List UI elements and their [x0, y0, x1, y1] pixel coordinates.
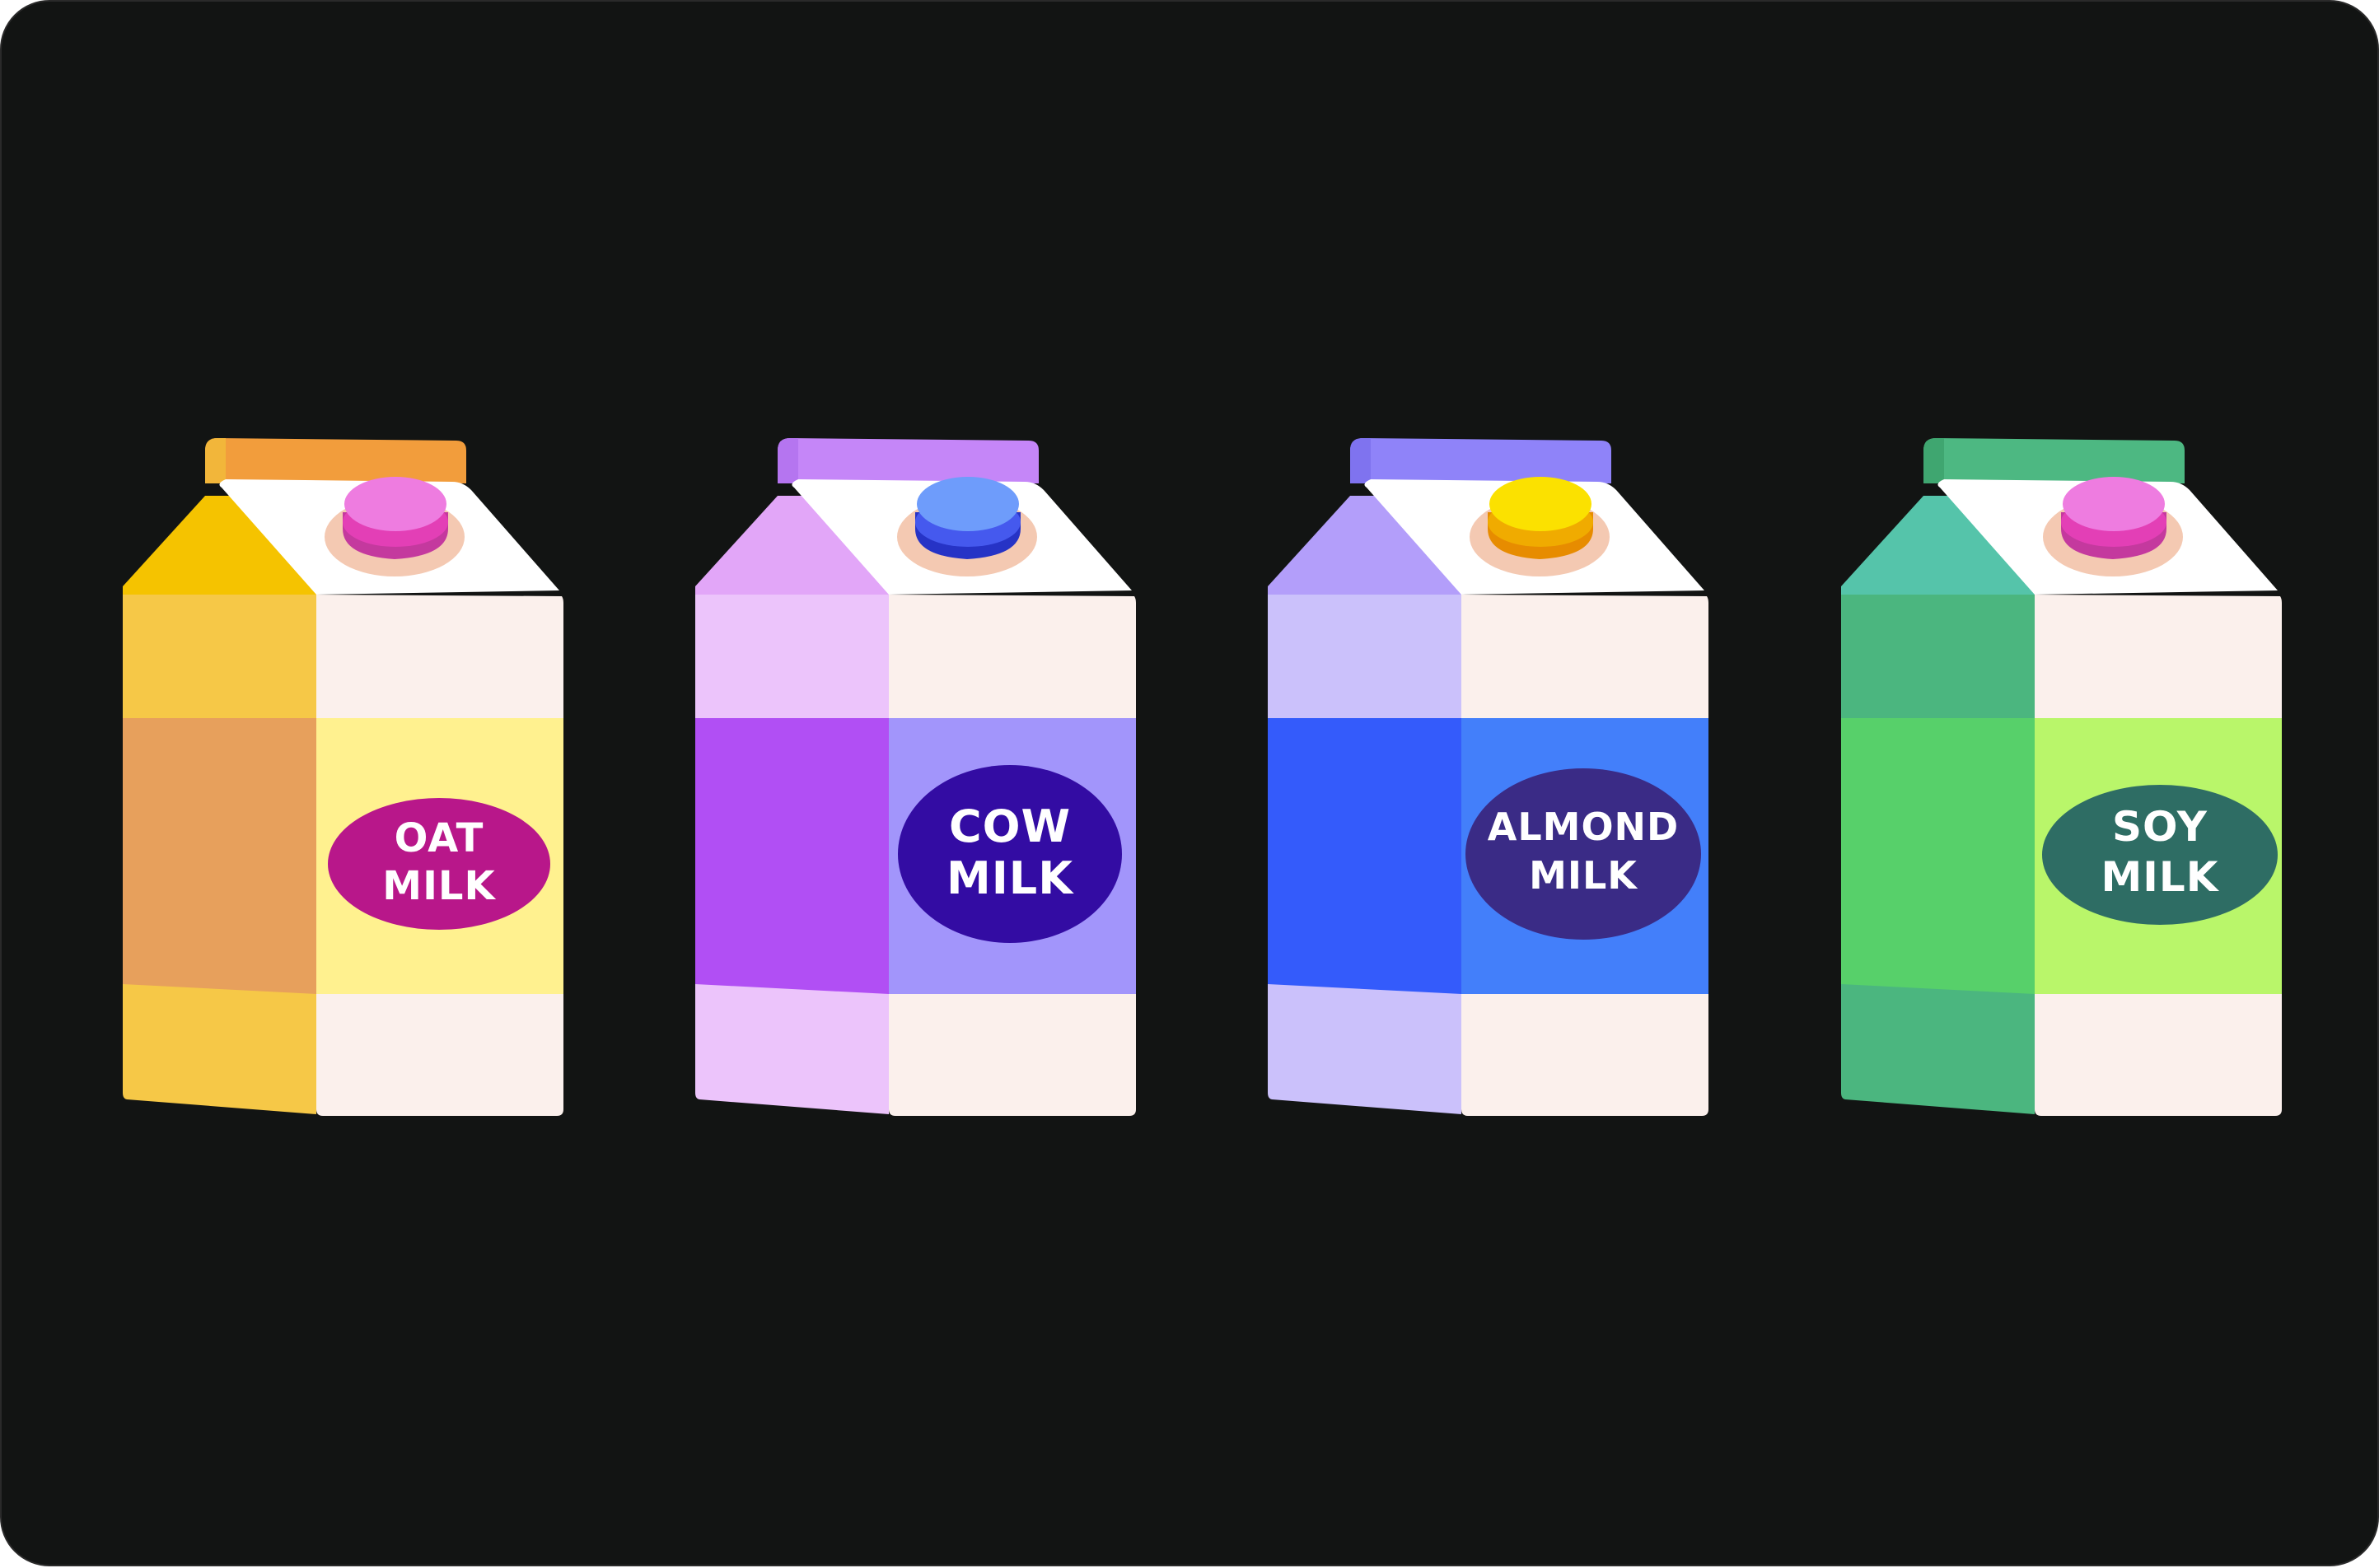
label-line-1: ALMOND: [1488, 805, 1679, 849]
soy-milk-carton-graphic: SOY MILK: [1841, 438, 2282, 1116]
carton-top-tab-edge: [778, 438, 798, 483]
cow-milk-carton: COW MILK: [691, 426, 1152, 1122]
cap-top: [344, 477, 446, 531]
carton-top-tab: [778, 438, 1039, 483]
label-line-1: COW: [949, 800, 1071, 852]
carton-side-band: [1268, 718, 1461, 994]
carton-top-tab: [1923, 438, 2185, 483]
cap-top: [2063, 477, 2165, 531]
label-line-2: MILK: [2101, 853, 2220, 901]
label-line-2: MILK: [382, 863, 496, 909]
carton-side-band: [123, 718, 316, 994]
label-line-1: OAT: [395, 815, 484, 861]
carton-top-tab-edge: [1350, 438, 1371, 483]
illustration-canvas: OAT MILK COW MILK ALMOND MILK SOY MILK: [0, 0, 2379, 1566]
carton-top-tab: [1350, 438, 1611, 483]
carton-top-tab-edge: [1923, 438, 1944, 483]
carton-top-tab: [205, 438, 466, 483]
oat-milk-carton-graphic: OAT MILK: [123, 438, 563, 1116]
cap-top: [1489, 477, 1591, 531]
label-line-2: MILK: [946, 852, 1074, 904]
soy-milk-carton: SOY MILK: [1837, 426, 2298, 1122]
almond-milk-carton-graphic: ALMOND MILK: [1268, 438, 1708, 1116]
carton-top-tab-edge: [205, 438, 226, 483]
carton-side-band: [1841, 718, 2035, 994]
cap-top: [917, 477, 1019, 531]
oat-milk-carton: OAT MILK: [119, 426, 580, 1122]
almond-milk-carton: ALMOND MILK: [1264, 426, 1725, 1122]
label-line-1: SOY: [2112, 803, 2208, 851]
label-line-2: MILK: [1529, 853, 1638, 898]
cow-milk-carton-graphic: COW MILK: [695, 438, 1136, 1116]
carton-side-band: [695, 718, 889, 994]
